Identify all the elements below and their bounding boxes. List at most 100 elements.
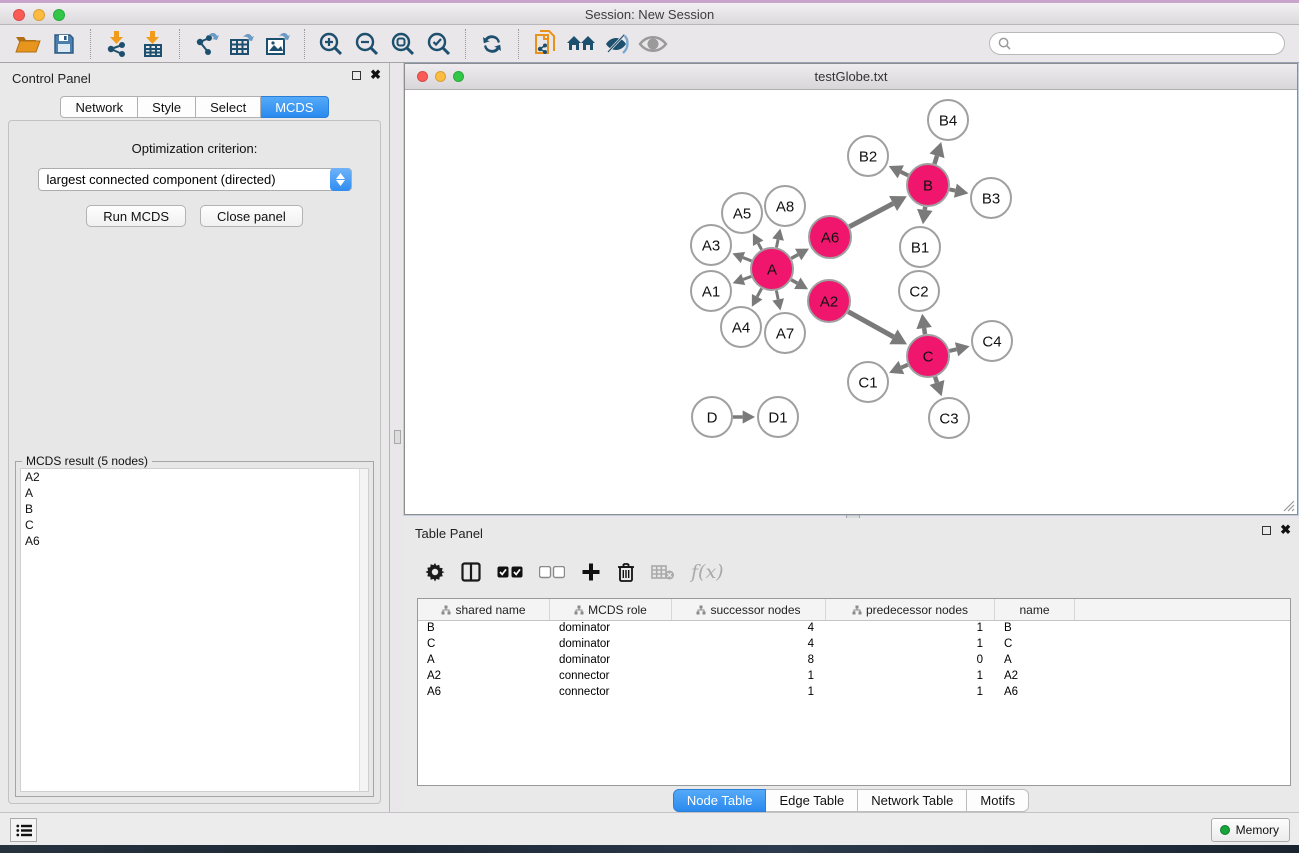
graph-edge-A-A8[interactable] <box>776 240 778 248</box>
window-resize-grip[interactable] <box>1281 498 1295 512</box>
graph-node-B3[interactable]: B3 <box>971 178 1011 218</box>
list-scrollbar[interactable] <box>359 469 368 791</box>
graph-node-A6[interactable]: A6 <box>809 216 851 258</box>
function-builder-button[interactable]: f(x) <box>691 561 724 583</box>
graph-edge-C-C2[interactable] <box>924 328 925 334</box>
graph-node-B4[interactable]: B4 <box>928 100 968 140</box>
table-row[interactable]: A6connector11A6 <box>418 685 1290 701</box>
close-table-panel-icon[interactable]: ✖ <box>1280 525 1291 535</box>
graph-edge-A-A1[interactable] <box>743 276 751 279</box>
mcds-result-item[interactable]: C <box>21 517 368 533</box>
network-graph[interactable]: A A1 A2 A3 A4 A5 A6 A7 A8 B B1 B2 B3B4 C C1 C2 C3C4 D D1 <box>405 90 1297 514</box>
graph-node-C2[interactable]: C2 <box>899 271 939 311</box>
hide-annotations-button[interactable] <box>599 28 635 60</box>
import-table-button[interactable] <box>135 28 171 60</box>
close-panel-icon[interactable]: ✖ <box>370 70 381 80</box>
show-graphics-details-button[interactable] <box>635 28 671 60</box>
graph-edge-B-B4[interactable] <box>934 156 937 164</box>
export-table-button[interactable] <box>224 28 260 60</box>
graph-edge-B-B2[interactable] <box>901 172 908 176</box>
column-header-MCDS-role[interactable]: MCDS role <box>550 599 672 620</box>
save-session-button[interactable] <box>46 28 82 60</box>
new-network-from-selection-button[interactable] <box>527 28 563 60</box>
graph-edge-A-A2[interactable] <box>791 280 797 283</box>
table-row[interactable]: Cdominator41C <box>418 637 1290 653</box>
graph-node-C1[interactable]: C1 <box>848 362 888 402</box>
tab-motifs[interactable]: Motifs <box>967 789 1029 812</box>
graph-node-B1[interactable]: B1 <box>900 227 940 267</box>
first-neighbors-button[interactable] <box>563 28 599 60</box>
column-header-successor-nodes[interactable]: successor nodes <box>672 599 826 620</box>
graph-node-C[interactable]: C <box>907 335 949 377</box>
export-image-button[interactable] <box>260 28 296 60</box>
graph-node-C3[interactable]: C3 <box>929 398 969 438</box>
graph-edge-C-C1[interactable] <box>901 365 907 368</box>
criterion-dropdown[interactable]: largest connected component (directed) <box>38 168 352 191</box>
tab-edge-table[interactable]: Edge Table <box>766 789 858 812</box>
graph-node-A4[interactable]: A4 <box>721 307 761 347</box>
search-box[interactable] <box>989 32 1285 55</box>
zoom-selected-button[interactable] <box>421 28 457 60</box>
graph-edge-A-A4[interactable] <box>757 288 761 296</box>
network-canvas[interactable]: A A1 A2 A3 A4 A5 A6 A7 A8 B B1 B2 B3B4 C C1 C2 C3C4 D D1 <box>405 90 1297 514</box>
graph-node-D[interactable]: D <box>692 397 732 437</box>
refresh-button[interactable] <box>474 28 510 60</box>
graph-node-C4[interactable]: C4 <box>972 321 1012 361</box>
node-table[interactable]: shared nameMCDS rolesuccessor nodesprede… <box>417 598 1291 786</box>
float-table-panel-icon[interactable] <box>1262 526 1271 535</box>
task-history-button[interactable] <box>10 818 37 842</box>
tab-select[interactable]: Select <box>196 96 261 118</box>
graph-edge-A-A3[interactable] <box>743 258 752 261</box>
graph-edge-A2-C[interactable] <box>848 312 893 337</box>
column-header-predecessor-nodes[interactable]: predecessor nodes <box>826 599 995 620</box>
search-input[interactable] <box>1016 37 1276 51</box>
tab-node-table[interactable]: Node Table <box>673 789 767 812</box>
mcds-result-item[interactable]: A2 <box>21 469 368 485</box>
zoom-in-button[interactable] <box>313 28 349 60</box>
table-row[interactable]: Bdominator41B <box>418 621 1290 637</box>
graph-edge-A-A7[interactable] <box>776 291 778 300</box>
zoom-fit-button[interactable] <box>385 28 421 60</box>
graph-node-A1[interactable]: A1 <box>691 271 731 311</box>
open-file-button[interactable] <box>10 28 46 60</box>
graph-node-A5[interactable]: A5 <box>722 193 762 233</box>
table-settings-button[interactable] <box>425 562 445 582</box>
graph-edge-C-C4[interactable] <box>949 349 956 351</box>
graph-edge-B-B3[interactable] <box>950 189 956 190</box>
graph-edge-A6-B[interactable] <box>849 204 893 227</box>
mcds-result-list[interactable]: A2ABCA6 <box>20 468 369 792</box>
mcds-result-item[interactable]: B <box>21 501 368 517</box>
graph-node-A[interactable]: A <box>751 248 793 290</box>
graph-edge-A-A5[interactable] <box>758 243 761 249</box>
tab-style[interactable]: Style <box>138 96 196 118</box>
deselect-all-columns-button[interactable] <box>539 566 565 579</box>
graph-node-B[interactable]: B <box>907 164 949 206</box>
select-all-columns-button[interactable] <box>497 566 523 579</box>
delete-button[interactable] <box>617 562 635 583</box>
graph-edge-C-C3[interactable] <box>935 377 937 383</box>
tab-network[interactable]: Network <box>60 96 138 118</box>
delete-column-button[interactable] <box>651 564 675 580</box>
graph-node-A7[interactable]: A7 <box>765 313 805 353</box>
minimize-network-button[interactable] <box>435 71 446 82</box>
mcds-result-item[interactable]: A6 <box>21 533 368 549</box>
float-panel-icon[interactable] <box>352 71 361 80</box>
export-network-button[interactable] <box>188 28 224 60</box>
import-network-button[interactable] <box>99 28 135 60</box>
tab-network-table[interactable]: Network Table <box>858 789 967 812</box>
add-row-button[interactable] <box>581 562 601 582</box>
graph-node-A2[interactable]: A2 <box>808 280 850 322</box>
zoom-out-button[interactable] <box>349 28 385 60</box>
zoom-network-button[interactable] <box>453 71 464 82</box>
graph-node-A8[interactable]: A8 <box>765 186 805 226</box>
graph-node-A3[interactable]: A3 <box>691 225 731 265</box>
graph-node-D1[interactable]: D1 <box>758 397 798 437</box>
run-mcds-button[interactable]: Run MCDS <box>86 205 186 227</box>
table-row[interactable]: A2connector11A2 <box>418 669 1290 685</box>
column-header-name[interactable]: name <box>995 599 1075 620</box>
column-header-shared-name[interactable]: shared name <box>418 599 550 620</box>
mcds-result-item[interactable]: A <box>21 485 368 501</box>
graph-node-B2[interactable]: B2 <box>848 136 888 176</box>
graph-edge-A-A6[interactable] <box>791 255 798 259</box>
memory-button[interactable]: Memory <box>1211 818 1290 842</box>
